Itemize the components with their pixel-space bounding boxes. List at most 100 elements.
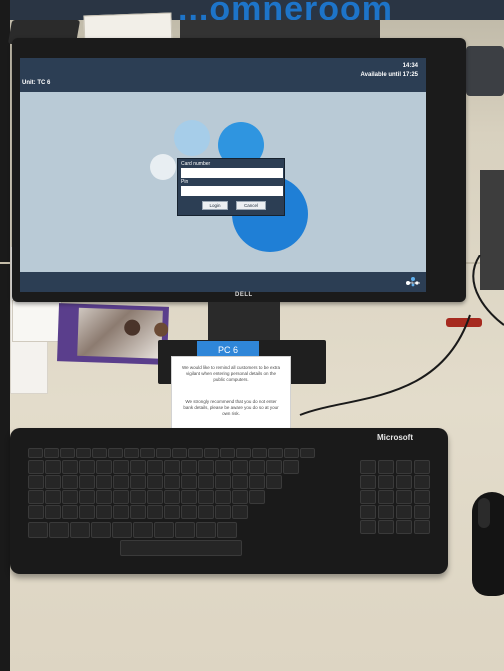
keyboard-key[interactable]	[215, 475, 231, 489]
keyboard-key[interactable]	[164, 505, 180, 519]
numpad-key[interactable]	[414, 460, 430, 474]
numpad-key[interactable]	[414, 490, 430, 504]
numpad-key[interactable]	[396, 460, 412, 474]
keyboard-key[interactable]	[188, 448, 203, 458]
keyboard-key[interactable]	[130, 460, 146, 474]
keyboard-key[interactable]	[232, 460, 248, 474]
keyboard-key[interactable]	[140, 448, 155, 458]
keyboard-key[interactable]	[204, 448, 219, 458]
keyboard-key[interactable]	[220, 448, 235, 458]
keyboard-key[interactable]	[62, 460, 78, 474]
keyboard-key[interactable]	[60, 448, 75, 458]
numpad-key[interactable]	[414, 475, 430, 489]
keyboard-key[interactable]	[45, 475, 61, 489]
keyboard-key[interactable]	[181, 505, 197, 519]
keyboard-key[interactable]	[232, 475, 248, 489]
keyboard-key[interactable]	[266, 460, 282, 474]
spacebar-key[interactable]	[120, 540, 242, 556]
keyboard-key[interactable]	[147, 490, 163, 504]
numpad-key[interactable]	[360, 475, 376, 489]
keyboard-key[interactable]	[45, 460, 61, 474]
keyboard-key[interactable]	[112, 522, 132, 538]
keyboard-key[interactable]	[62, 490, 78, 504]
keyboard-key[interactable]	[215, 490, 231, 504]
keyboard-key[interactable]	[79, 505, 95, 519]
keyboard-key[interactable]	[79, 460, 95, 474]
keyboard-key[interactable]	[44, 448, 59, 458]
keyboard-key[interactable]	[70, 522, 90, 538]
keyboard-key[interactable]	[113, 505, 129, 519]
keyboard-key[interactable]	[28, 505, 44, 519]
keyboard-key[interactable]	[249, 490, 265, 504]
keyboard-key[interactable]	[268, 448, 283, 458]
numpad-key[interactable]	[378, 505, 394, 519]
numpad-key[interactable]	[396, 490, 412, 504]
keyboard-key[interactable]	[130, 475, 146, 489]
keyboard-key[interactable]	[181, 475, 197, 489]
keyboard[interactable]: Microsoft	[10, 428, 448, 574]
keyboard-key[interactable]	[156, 448, 171, 458]
numpad-key[interactable]	[360, 520, 376, 534]
numpad-key[interactable]	[378, 520, 394, 534]
keyboard-key[interactable]	[130, 490, 146, 504]
keyboard-key[interactable]	[45, 490, 61, 504]
keyboard-key[interactable]	[232, 505, 248, 519]
pin-input[interactable]	[181, 186, 283, 196]
numpad-key[interactable]	[396, 475, 412, 489]
keyboard-key[interactable]	[283, 460, 299, 474]
keyboard-key[interactable]	[62, 505, 78, 519]
keyboard-key[interactable]	[92, 448, 107, 458]
keyboard-key[interactable]	[108, 448, 123, 458]
keyboard-key[interactable]	[266, 475, 282, 489]
keyboard-key[interactable]	[198, 490, 214, 504]
keyboard-key[interactable]	[249, 460, 265, 474]
numpad-key[interactable]	[360, 505, 376, 519]
keyboard-key[interactable]	[62, 475, 78, 489]
numpad-key[interactable]	[378, 475, 394, 489]
numpad-key[interactable]	[378, 490, 394, 504]
numpad-key[interactable]	[396, 520, 412, 534]
keyboard-key[interactable]	[172, 448, 187, 458]
keyboard-key[interactable]	[96, 505, 112, 519]
keyboard-key[interactable]	[96, 475, 112, 489]
numpad-key[interactable]	[378, 460, 394, 474]
keyboard-key[interactable]	[76, 448, 91, 458]
keyboard-key[interactable]	[113, 490, 129, 504]
numpad-key[interactable]	[414, 505, 430, 519]
keyboard-key[interactable]	[28, 475, 44, 489]
keyboard-key[interactable]	[249, 475, 265, 489]
keyboard-key[interactable]	[284, 448, 299, 458]
keyboard-key[interactable]	[181, 490, 197, 504]
keyboard-key[interactable]	[198, 505, 214, 519]
keyboard-key[interactable]	[28, 490, 44, 504]
keyboard-key[interactable]	[196, 522, 216, 538]
keyboard-key[interactable]	[124, 448, 139, 458]
login-button[interactable]: Login	[202, 201, 228, 210]
keyboard-key[interactable]	[133, 522, 153, 538]
keyboard-key[interactable]	[96, 490, 112, 504]
keyboard-key[interactable]	[181, 460, 197, 474]
keyboard-key[interactable]	[28, 448, 43, 458]
keyboard-key[interactable]	[154, 522, 174, 538]
keyboard-key[interactable]	[147, 475, 163, 489]
keyboard-key[interactable]	[164, 475, 180, 489]
mouse[interactable]	[472, 492, 504, 596]
keyboard-key[interactable]	[215, 505, 231, 519]
keyboard-key[interactable]	[164, 460, 180, 474]
keyboard-key[interactable]	[147, 460, 163, 474]
keyboard-key[interactable]	[79, 475, 95, 489]
keyboard-key[interactable]	[215, 460, 231, 474]
card-number-input[interactable]	[181, 168, 283, 178]
keyboard-key[interactable]	[198, 460, 214, 474]
numpad-key[interactable]	[396, 505, 412, 519]
keyboard-key[interactable]	[175, 522, 195, 538]
keyboard-key[interactable]	[49, 522, 69, 538]
keyboard-key[interactable]	[79, 490, 95, 504]
keyboard-key[interactable]	[28, 460, 44, 474]
keyboard-key[interactable]	[198, 475, 214, 489]
keyboard-key[interactable]	[91, 522, 111, 538]
keyboard-key[interactable]	[252, 448, 267, 458]
keyboard-key[interactable]	[113, 475, 129, 489]
cancel-button[interactable]: Cancel	[236, 201, 266, 210]
keyboard-key[interactable]	[45, 505, 61, 519]
